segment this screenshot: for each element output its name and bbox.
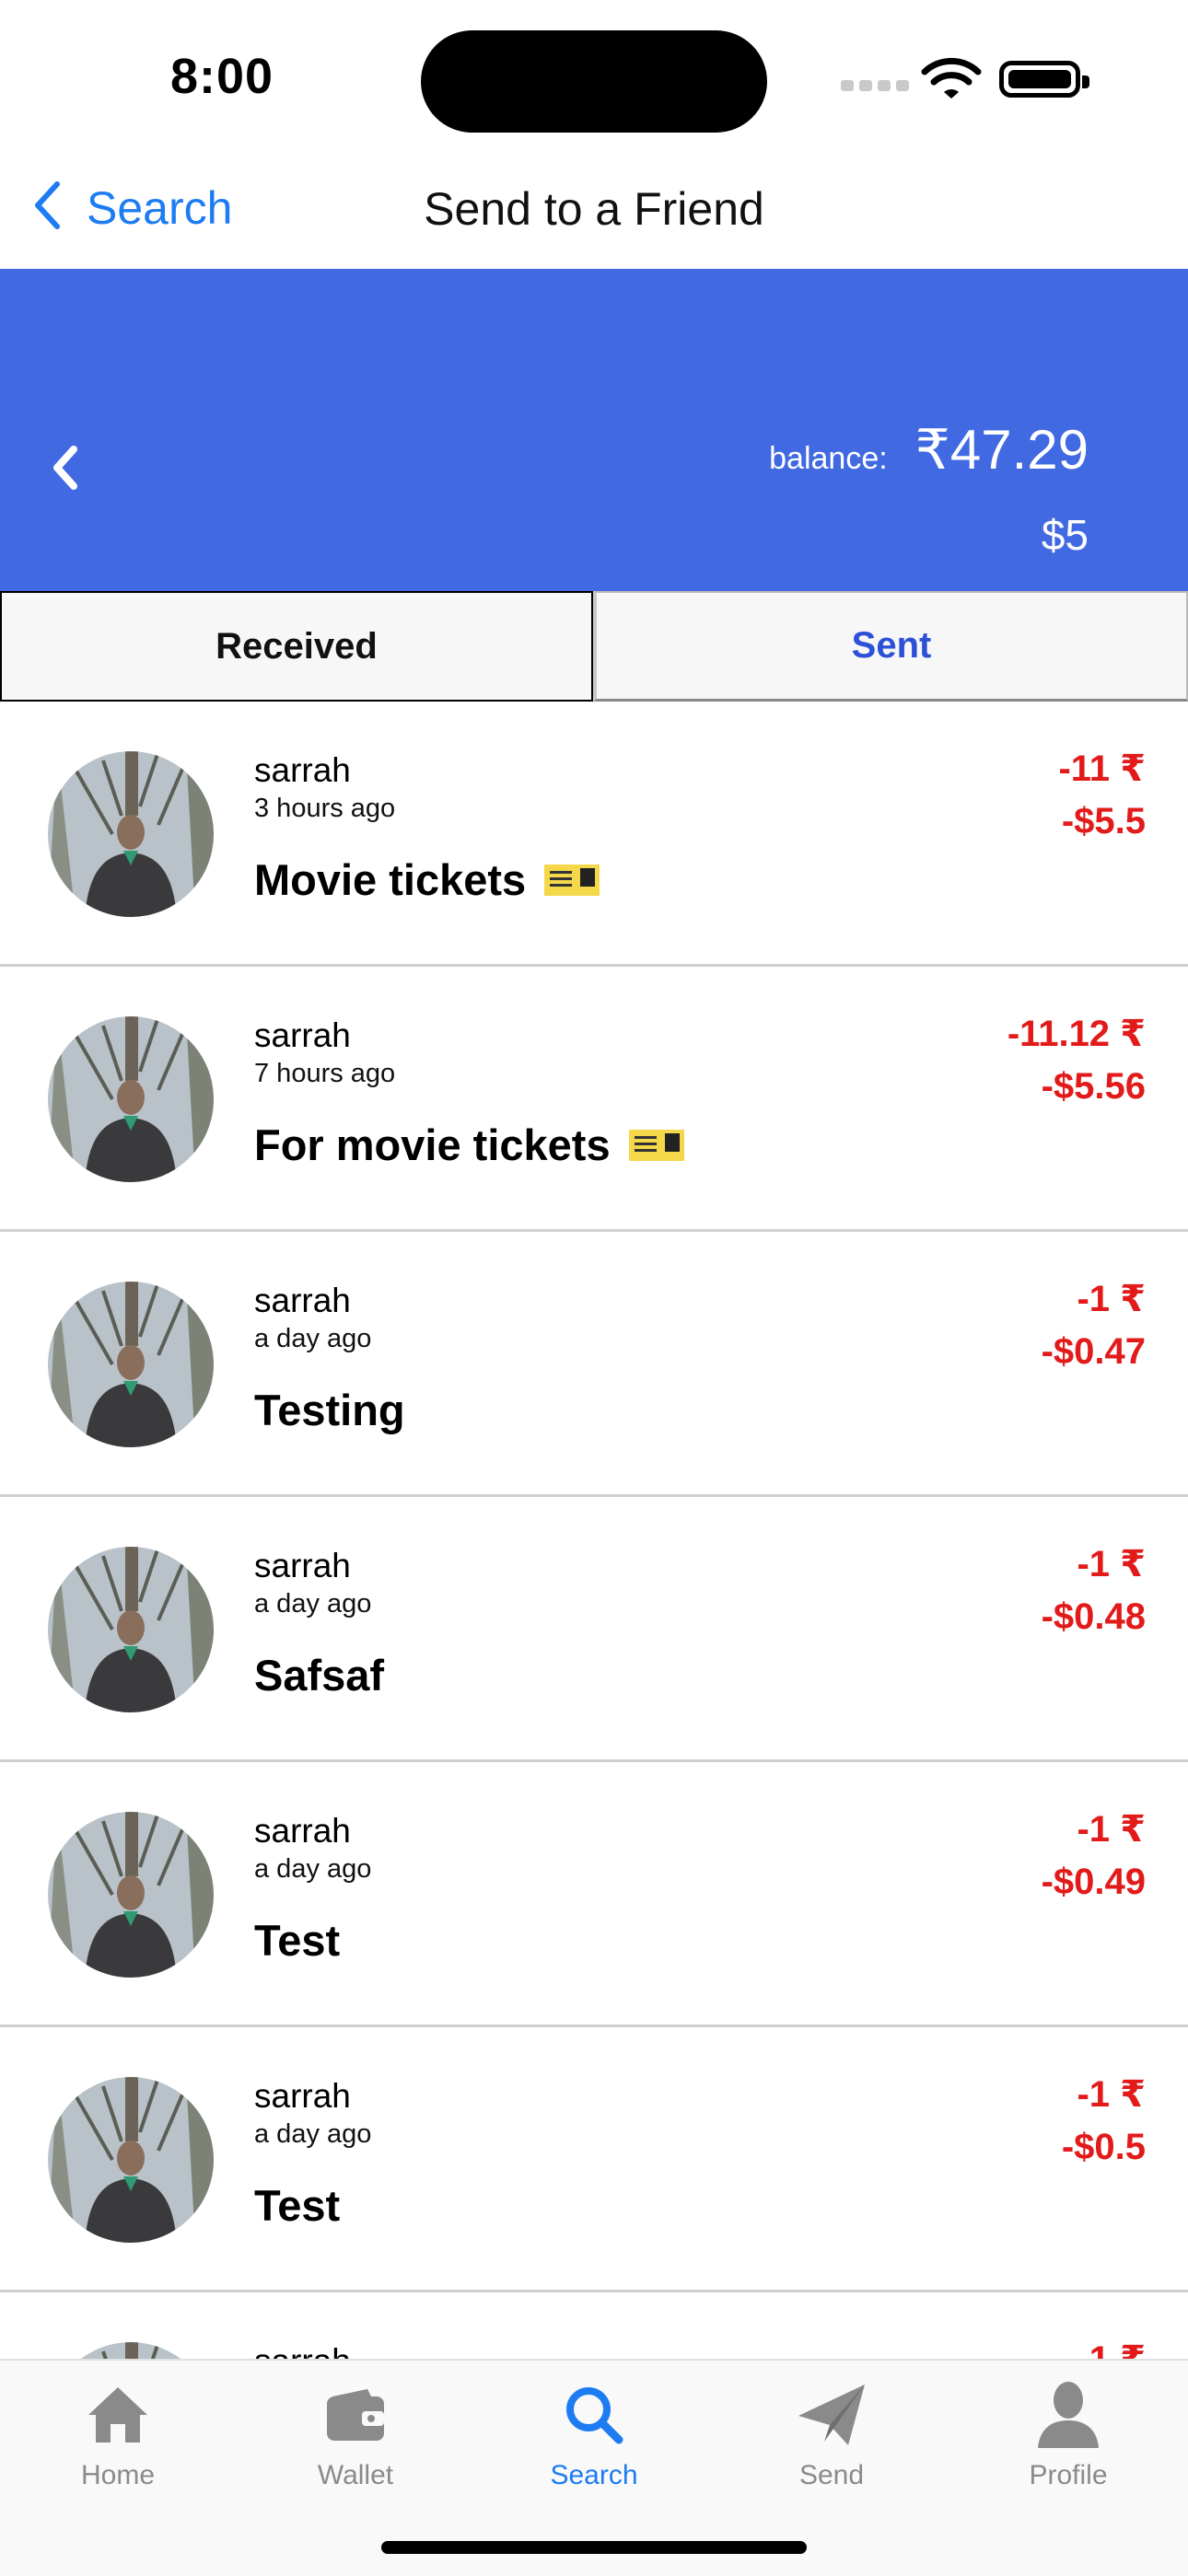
balance-label: balance: — [769, 441, 888, 476]
tab-bar-label: Profile — [1029, 2460, 1108, 2490]
amount-usd: -$5.56 — [1041, 1066, 1146, 1107]
transaction-row[interactable]: sarrah a day ago Test -1 ₹ -$0.49 — [0, 1762, 1188, 2027]
amount-rand: -1 ₹ — [1077, 1279, 1146, 1319]
tab-bar-label: Send — [798, 2460, 865, 2490]
tab-bar-label: Search — [550, 2460, 638, 2490]
memo-text: Testing — [254, 1386, 405, 1434]
avatar — [48, 1812, 214, 1978]
transaction-time: 3 hours ago — [254, 794, 396, 823]
amount-rand: -11 ₹ — [1058, 748, 1146, 789]
avatar — [48, 1016, 214, 1182]
page-title: Send to a Friend — [424, 183, 764, 235]
amount-rand: -11.12 ₹ — [1007, 1014, 1146, 1054]
tab-bar-wallet[interactable]: Wallet — [263, 2375, 448, 2491]
transaction-memo: Test — [254, 1915, 340, 1966]
avatar — [48, 2077, 214, 2243]
header-back-button[interactable] — [48, 442, 81, 498]
avatar — [48, 751, 214, 917]
memo-text: Movie tickets — [254, 855, 527, 904]
amount-usd: -$0.48 — [1041, 1596, 1146, 1637]
transaction-time: a day ago — [254, 1854, 372, 1884]
sender-name: sarrah — [254, 1812, 351, 1850]
transaction-memo: Testing — [254, 1385, 405, 1435]
battery-icon — [999, 61, 1089, 98]
balance-usd-value: $5 — [1041, 511, 1089, 559]
sender-name: sarrah — [254, 1282, 351, 1319]
sender-name: sarrah — [254, 2342, 351, 2359]
balance-value: ₹47.29 — [914, 419, 1089, 481]
avatar — [48, 1547, 214, 1712]
sender-name: sarrah — [254, 1547, 351, 1584]
dynamic-island — [421, 30, 767, 133]
send-icon — [740, 2375, 924, 2454]
tab-bar-search[interactable]: Search — [502, 2375, 686, 2491]
balance-row: balance: ₹47.29 — [769, 418, 1089, 482]
transaction-time: a day ago — [254, 1589, 372, 1619]
ticket-icon — [628, 1129, 684, 1161]
tab-bar-label: Home — [80, 2460, 156, 2490]
ticket-icon — [544, 864, 600, 896]
tab-bar-send[interactable]: Send — [740, 2375, 924, 2491]
transaction-memo: Movie tickets — [254, 854, 600, 905]
transaction-list[interactable]: sarrah 3 hours ago Movie tickets -11 ₹ -… — [0, 702, 1188, 2359]
transaction-row[interactable]: sarrah -1 ₹ — [0, 2292, 1188, 2359]
tab-sent[interactable]: Sent — [593, 591, 1188, 702]
transaction-row[interactable]: sarrah a day ago Testing -1 ₹ -$0.47 — [0, 1232, 1188, 1497]
transaction-tabs: Received Sent — [0, 591, 1188, 702]
home-indicator — [381, 2541, 807, 2554]
sender-name: sarrah — [254, 1016, 351, 1054]
transaction-row[interactable]: sarrah a day ago Safsaf -1 ₹ -$0.48 — [0, 1497, 1188, 1762]
sender-name: sarrah — [254, 2077, 351, 2115]
amount-rand: -1 ₹ — [1077, 2338, 1146, 2359]
wallet-icon — [263, 2375, 448, 2454]
wifi-icon — [921, 57, 982, 104]
tab-bar-label: Wallet — [317, 2460, 394, 2490]
amount-usd: -$0.47 — [1041, 1331, 1146, 1372]
amount-usd: -$0.49 — [1041, 1862, 1146, 1902]
sender-name: sarrah — [254, 751, 351, 789]
transaction-row[interactable]: sarrah 7 hours ago For movie tickets -11… — [0, 967, 1188, 1232]
transaction-memo: Test — [254, 2180, 340, 2231]
tab-received[interactable]: Received — [0, 591, 593, 702]
amount-rand: -1 ₹ — [1077, 1544, 1146, 1584]
transaction-memo: Safsaf — [254, 1650, 384, 1700]
avatar — [48, 1282, 214, 1447]
transaction-time: a day ago — [254, 1324, 372, 1353]
tab-bar-profile[interactable]: Profile — [976, 2375, 1160, 2491]
transaction-memo: For movie tickets — [254, 1120, 684, 1170]
search-icon — [502, 2375, 686, 2454]
transaction-row[interactable]: sarrah 3 hours ago Movie tickets -11 ₹ -… — [0, 702, 1188, 967]
amount-rand: -1 ₹ — [1077, 2074, 1146, 2115]
avatar — [48, 2342, 214, 2359]
transaction-time: 7 hours ago — [254, 1059, 396, 1088]
chevron-left-icon — [53, 446, 77, 490]
cellular-signal-icon — [841, 79, 914, 96]
memo-text: For movie tickets — [254, 1120, 611, 1169]
amount-usd: -$5.5 — [1061, 801, 1146, 841]
status-bar: 8:00 — [0, 0, 1188, 157]
home-icon — [26, 2375, 210, 2454]
tab-bar-home[interactable]: Home — [26, 2375, 210, 2491]
memo-text: Safsaf — [254, 1651, 385, 1700]
memo-text: Test — [254, 2181, 341, 2230]
balance-header: balance: ₹47.29 $5 — [0, 269, 1188, 591]
profile-icon — [976, 2375, 1160, 2454]
transaction-time: a day ago — [254, 2119, 372, 2149]
memo-text: Test — [254, 1916, 341, 1965]
status-time: 8:00 — [170, 49, 274, 104]
navigation-bar: Search Send to a Friend — [0, 157, 1188, 269]
amount-usd: -$0.5 — [1061, 2127, 1146, 2167]
transaction-row[interactable]: sarrah a day ago Test -1 ₹ -$0.5 — [0, 2027, 1188, 2292]
amount-rand: -1 ₹ — [1077, 1809, 1146, 1850]
